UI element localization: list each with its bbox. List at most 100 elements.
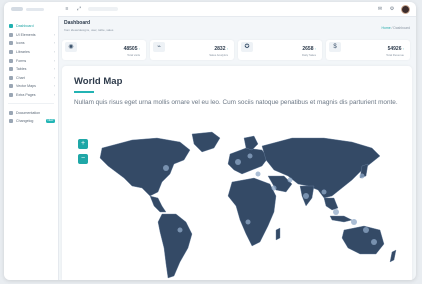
page-title: Dashboard (64, 20, 91, 26)
search-input[interactable] (88, 7, 118, 11)
world-map-card: World Map Nullam quis risus eget urna mo… (62, 66, 412, 280)
compass-icon: ✪ (241, 42, 253, 52)
file-icon (9, 93, 13, 98)
map-marker (271, 185, 277, 191)
sidebar-item-forms[interactable]: Forms › (4, 56, 58, 65)
map-marker (247, 153, 253, 159)
card-title: World Map (74, 76, 123, 87)
region-scandinavia (243, 135, 259, 151)
region-indonesia (329, 215, 353, 223)
eye-icon: ◉ (65, 42, 77, 52)
chevron-right-icon: › (53, 93, 55, 98)
map-marker (363, 227, 369, 233)
region-central-america (149, 195, 167, 213)
sidebar-item-documentation[interactable]: Documentation (4, 108, 58, 117)
sidebar-item-label: Changelog (16, 119, 34, 124)
world-map[interactable] (62, 126, 412, 280)
stat-label: Total visits (127, 53, 140, 57)
menu-icon[interactable]: ≡ (64, 6, 70, 12)
dashboard-icon (9, 24, 13, 29)
sidebar-divider (8, 103, 54, 105)
expand-icon[interactable]: ⤢ (76, 6, 82, 12)
dollar-icon: $ (329, 42, 341, 52)
sidebar-item-dashboard[interactable]: Dashboard (4, 22, 58, 31)
map-marker (359, 173, 365, 179)
topbar-actions: ✉ ⚙ (371, 4, 416, 14)
logo-text (26, 7, 44, 11)
page-header: Dashboard from ideas/designs, user, tabl… (64, 20, 410, 36)
page-subtitle: from ideas/designs, user, table, sales (64, 28, 114, 32)
clock-icon (9, 119, 13, 124)
new-badge: NEW (45, 118, 55, 123)
chart-icon: ⌁ (153, 42, 165, 52)
stat-value: 54926↑ (388, 46, 404, 52)
sidebar-item-label: Forms (16, 58, 27, 63)
stat-number: 48505 (123, 46, 138, 52)
map-marker (287, 177, 293, 183)
map-marker (333, 209, 339, 215)
app-window: Dashboard UI Elements › Icons › Libraries ›… (4, 2, 416, 280)
chevron-right-icon: › (53, 84, 55, 89)
stat-label: Sales Analytics (209, 53, 228, 57)
sidebar-item-label: Dashboard (16, 24, 34, 29)
stat-label: Daily Sales (302, 53, 316, 57)
stat-card-daily-sales: ✪ 2658↑ Daily Sales (238, 40, 322, 60)
arrow-up-icon: ↑ (314, 47, 317, 51)
breadcrumb-home[interactable]: Home (382, 26, 391, 30)
map-marker (351, 219, 357, 225)
zoom-out-button[interactable]: − (78, 154, 88, 164)
breadcrumb-current: Dashboard (393, 26, 410, 30)
arrow-up-icon: ↑ (402, 47, 405, 51)
stat-card-revenue: $ 54926↑ Total Revenue (326, 40, 410, 60)
sidebar-item-label: UI Elements (16, 32, 36, 37)
stat-number: 2658 (302, 46, 314, 52)
sidebar-item-label: Icons (16, 41, 25, 46)
sidebar-item-ui-elements[interactable]: UI Elements › (4, 31, 58, 40)
sidebar-item-icons[interactable]: Icons › (4, 39, 58, 48)
sidebar-nav: Dashboard UI Elements › Icons › Libraries ›… (4, 22, 58, 126)
region-madagascar (275, 227, 281, 241)
sidebar-item-vector-maps[interactable]: Vector Maps › (4, 82, 58, 91)
card-description: Nullam quis risus eget urna mollis ornar… (74, 99, 398, 106)
region-africa (227, 177, 277, 247)
stat-value: 2832↑ (214, 46, 228, 52)
stat-value: 48505↑ (124, 46, 140, 52)
chevron-right-icon: › (53, 58, 55, 63)
pie-chart-icon (9, 75, 13, 80)
region-south-america (157, 213, 193, 279)
form-icon (9, 58, 13, 63)
chevron-right-icon: › (53, 50, 55, 55)
stat-label: Total Revenue (386, 53, 404, 57)
sidebar-item-chart[interactable]: Chart › (4, 74, 58, 83)
stat-value: 2658↑ (302, 46, 316, 52)
avatar[interactable] (401, 4, 410, 14)
sidebar-item-libraries[interactable]: Libraries › (4, 48, 58, 57)
sidebar-item-changelog[interactable]: Changelog NEW (4, 117, 58, 126)
stat-card-visits: ◉ 48505↑ Total visits (62, 40, 146, 60)
logo[interactable] (4, 2, 58, 16)
table-icon (9, 67, 13, 72)
settings-icon[interactable]: ⚙ (389, 6, 395, 12)
sidebar-item-extra-pages[interactable]: Extra Pages › (4, 91, 58, 100)
map-marker (235, 159, 241, 165)
map-marker (371, 239, 377, 245)
map-marker (163, 165, 169, 171)
sidebar-item-label: Documentation (16, 110, 41, 115)
mail-icon[interactable]: ✉ (377, 6, 383, 12)
region-greenland (191, 131, 221, 153)
arrow-up-icon: ↑ (226, 47, 229, 51)
region-australia (341, 225, 385, 255)
map-marker (177, 227, 183, 233)
chevron-right-icon: › (53, 67, 55, 72)
map-icon (9, 84, 13, 89)
region-southeast-asia (323, 197, 339, 211)
sidebar-item-label: Libraries (16, 50, 30, 55)
zoom-in-button[interactable]: + (78, 139, 88, 149)
sidebar-item-tables[interactable]: Tables › (4, 65, 58, 74)
map-marker (245, 219, 251, 225)
region-europe (227, 147, 269, 175)
region-north-america (99, 137, 191, 197)
region-new-zealand (389, 249, 397, 263)
sidebar-item-label: Vector Maps (16, 84, 36, 89)
topbar: ≡ ⤢ ✉ ⚙ (58, 2, 416, 17)
